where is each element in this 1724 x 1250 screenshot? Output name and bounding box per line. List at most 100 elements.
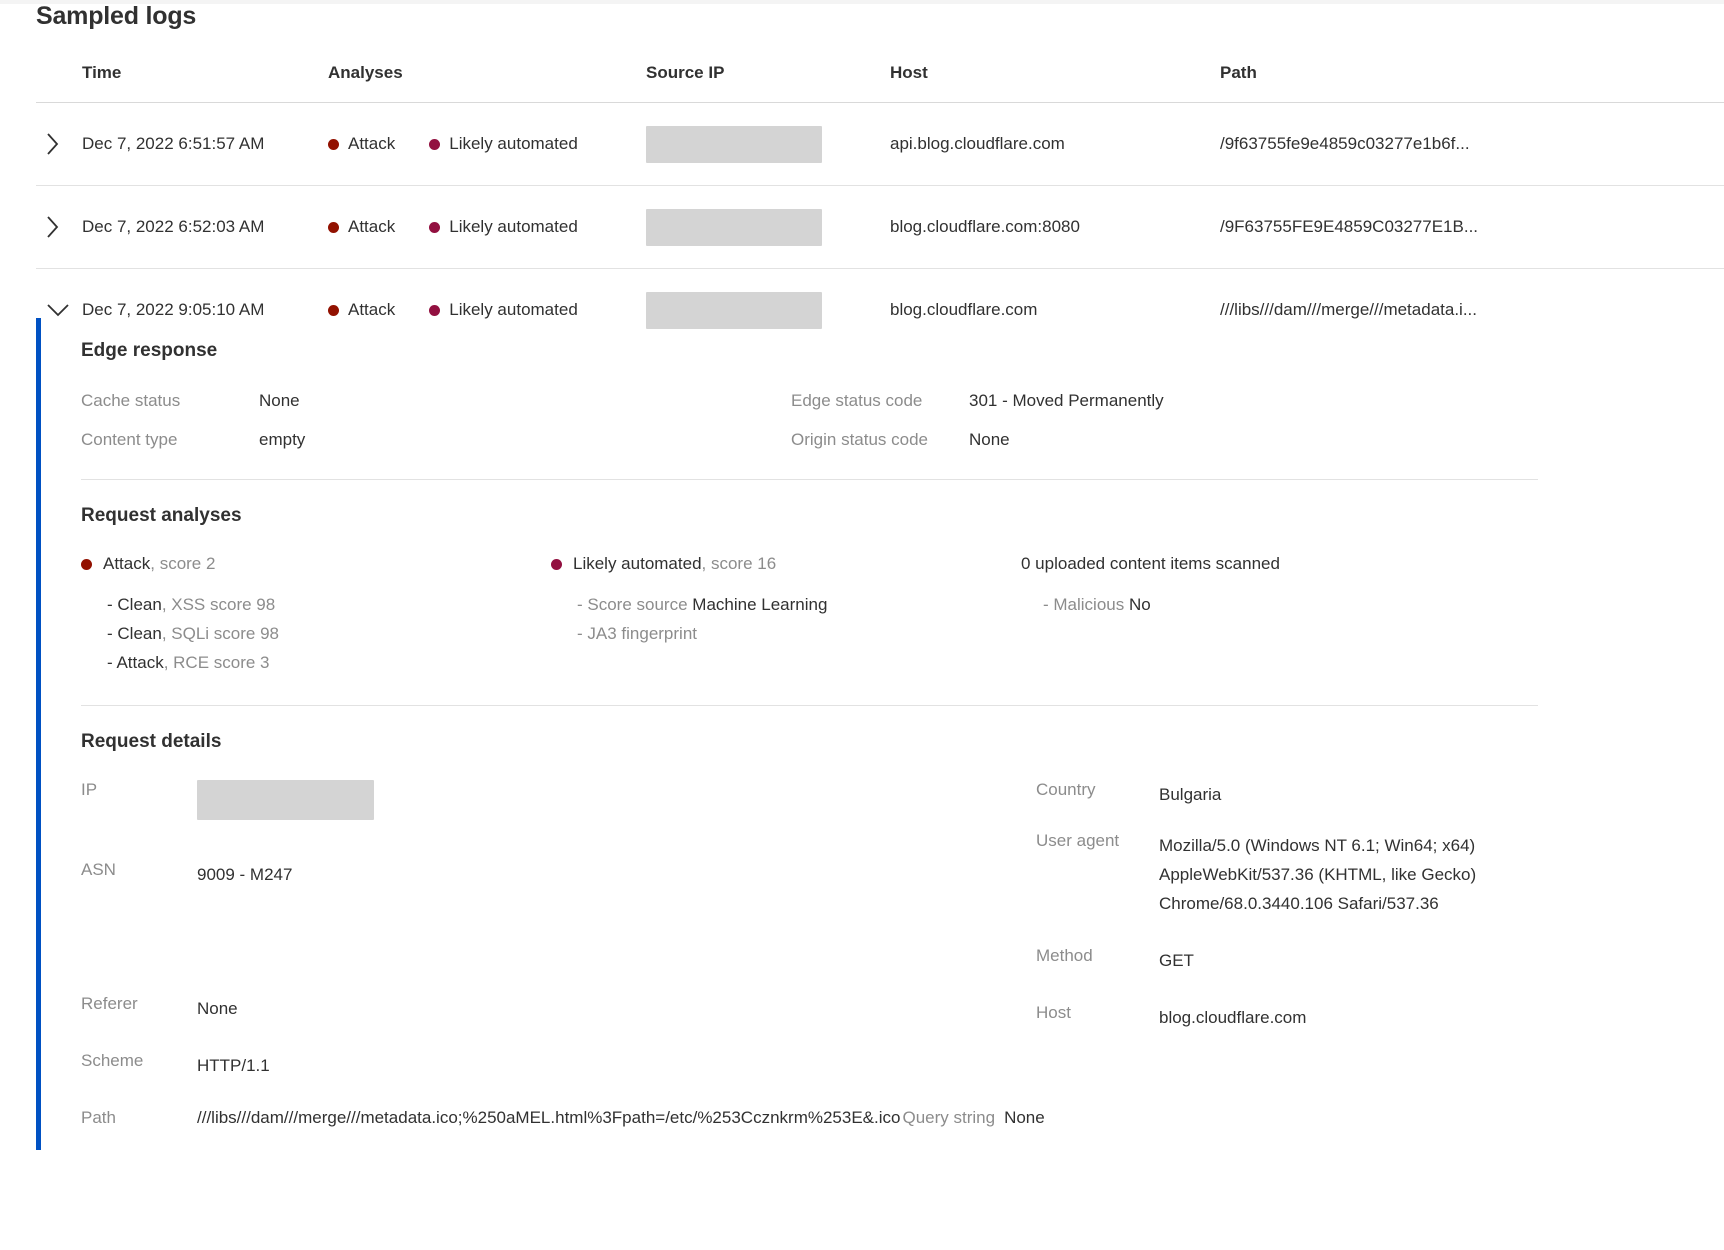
request-details-right-column: Country Bulgaria User agent Mozilla/5.0 … — [1036, 780, 1561, 1102]
sampled-logs-page: Sampled logs Time Analyses Source IP Hos… — [0, 0, 1724, 1250]
field-origin-status-code: Origin status code None — [791, 430, 1501, 450]
analysis-score: , score 2 — [150, 554, 216, 573]
column-header-host[interactable]: Host — [890, 58, 1220, 83]
status-dot-automated-icon — [429, 304, 441, 316]
field-value: HTTP/1.1 — [197, 1056, 270, 1075]
path-query-pair: ///libs///dam///merge///metadata.ico;%25… — [197, 1108, 1045, 1128]
field-ip: IP — [81, 780, 1036, 838]
field-label: Host — [1036, 1003, 1071, 1022]
column-header-path[interactable]: Path — [1220, 58, 1724, 83]
analysis-score: , score 16 — [701, 554, 777, 573]
field-value: None — [969, 430, 1010, 449]
field-method: Method GET — [1036, 946, 1561, 975]
bullet-dash: - — [577, 624, 588, 643]
analysis-sub-item: - JA3 fingerprint — [551, 619, 1021, 648]
table-row[interactable]: Dec 7, 2022 6:52:03 AM Attack Likely aut… — [36, 186, 1724, 269]
cell-source-ip — [646, 125, 890, 163]
sub-item-muted: , SQLi score 98 — [161, 624, 279, 643]
field-label: User agent — [1036, 831, 1120, 850]
status-dot-attack-icon — [328, 138, 339, 150]
status-dot-automated-icon — [429, 138, 441, 150]
request-details-section: Request details IP ASN 9009 - M247 Refer… — [81, 706, 1724, 1128]
status-dot-automated-icon — [551, 558, 562, 570]
analysis-tag-attack: Attack — [328, 300, 395, 320]
field-label: Country — [1036, 780, 1096, 799]
cell-path: ///libs///dam///merge///metadata.i... — [1220, 300, 1477, 319]
column-header-time[interactable]: Time — [82, 58, 328, 83]
chevron-down-icon[interactable] — [36, 301, 82, 319]
analysis-sub-item: - Malicious No — [1021, 590, 1491, 619]
edge-response-title: Edge response — [81, 340, 218, 361]
cell-time: Dec 7, 2022 9:05:10 AM — [82, 300, 265, 319]
edge-response-section: Edge response Cache status None Content … — [81, 318, 1724, 469]
analysis-tag-label: Attack — [348, 217, 396, 236]
analysis-heading-attack: Attack , score 2 — [81, 554, 551, 574]
redacted-ip-block — [646, 125, 822, 163]
cell-analyses: Attack Likely automated — [328, 217, 646, 237]
analysis-tag-likely-automated: Likely automated — [429, 300, 578, 320]
analysis-column-attack: Attack , score 2 - Clean, XSS score 98 -… — [81, 554, 551, 677]
field-country: Country Bulgaria — [1036, 780, 1561, 809]
request-analyses-title: Request analyses — [81, 505, 242, 526]
cell-host: blog.cloudflare.com:8080 — [890, 217, 1080, 236]
field-label: Content type — [81, 430, 178, 449]
request-analyses-columns: Attack , score 2 - Clean, XSS score 98 -… — [81, 554, 1541, 677]
field-cache-status: Cache status None — [81, 391, 791, 411]
field-label: ASN — [81, 860, 116, 879]
table-header-row: Time Analyses Source IP Host Path — [36, 58, 1724, 103]
field-user-agent: User agent Mozilla/5.0 (Windows NT 6.1; … — [1036, 831, 1561, 918]
sampled-logs-table: Time Analyses Source IP Host Path Dec 7,… — [36, 58, 1724, 351]
field-referer: Referer None — [81, 994, 1036, 1023]
field-label: IP — [81, 780, 98, 799]
cell-path: /9F63755FE9E4859C03277E1B... — [1220, 217, 1479, 236]
analysis-tag-likely-automated: Likely automated — [429, 217, 578, 237]
analysis-column-uploaded-content: 0 uploaded content items scanned - Malic… — [1021, 554, 1491, 677]
cell-time: Dec 7, 2022 6:52:03 AM — [82, 217, 265, 236]
field-label: Path — [81, 1108, 116, 1127]
edge-response-left-column: Cache status None Content type empty — [81, 391, 791, 469]
analysis-tag-label: Likely automated — [449, 134, 578, 153]
analysis-tag-label: Likely automated — [449, 217, 578, 236]
field-host: Host blog.cloudflare.com — [1036, 1003, 1561, 1032]
bullet-dash: - — [577, 595, 588, 614]
field-value: Bulgaria — [1159, 785, 1222, 804]
field-label: Edge status code — [791, 391, 923, 410]
field-value: None — [197, 999, 238, 1018]
column-header-source-ip[interactable]: Source IP — [646, 58, 890, 83]
field-label: Scheme — [81, 1051, 144, 1070]
field-label: Cache status — [81, 391, 181, 410]
cell-host: api.blog.cloudflare.com — [890, 134, 1065, 153]
analysis-column-likely-automated: Likely automated , score 16 - Score sour… — [551, 554, 1021, 677]
analysis-name: Attack — [103, 554, 151, 573]
status-dot-automated-icon — [429, 221, 441, 233]
analysis-sub-item: - Clean, SQLi score 98 — [81, 619, 551, 648]
field-label: Method — [1036, 946, 1093, 965]
cell-path: /9f63755fe9e4859c03277e1b6f... — [1220, 134, 1470, 153]
analysis-name: Likely automated — [573, 554, 702, 573]
cell-source-ip — [646, 208, 890, 246]
chevron-right-icon[interactable] — [36, 214, 82, 240]
field-value: GET — [1159, 951, 1194, 970]
table-row[interactable]: Dec 7, 2022 6:51:57 AM Attack Likely aut… — [36, 103, 1724, 186]
column-header-analyses[interactable]: Analyses — [328, 58, 646, 83]
sub-item-strong: No — [1124, 595, 1151, 614]
field-scheme: Scheme HTTP/1.1 — [81, 1051, 1036, 1080]
bullet-dash: - — [1043, 595, 1054, 614]
sub-item-strong: Clean — [117, 595, 162, 614]
page-title: Sampled logs — [36, 2, 197, 30]
sub-item-muted: Malicious — [1053, 595, 1125, 614]
field-content-type: Content type empty — [81, 430, 791, 450]
edge-response-right-column: Edge status code 301 - Moved Permanently… — [791, 391, 1501, 469]
analysis-tag-likely-automated: Likely automated — [429, 134, 578, 154]
chevron-right-icon[interactable] — [36, 131, 82, 157]
redacted-ip-block — [197, 780, 374, 820]
cell-analyses: Attack Likely automated — [328, 300, 646, 320]
request-details-left-column: IP ASN 9009 - M247 Referer None Scheme H… — [81, 780, 1036, 1102]
bullet-dash: - — [107, 595, 118, 614]
analysis-tag-attack: Attack — [328, 134, 395, 154]
analysis-sub-item: - Clean, XSS score 98 — [81, 590, 551, 619]
analysis-sub-item: - Attack, RCE score 3 — [81, 648, 551, 677]
sub-item-strong: Clean — [117, 624, 162, 643]
cell-host: blog.cloudflare.com — [890, 300, 1038, 319]
status-dot-attack-icon — [328, 221, 339, 233]
